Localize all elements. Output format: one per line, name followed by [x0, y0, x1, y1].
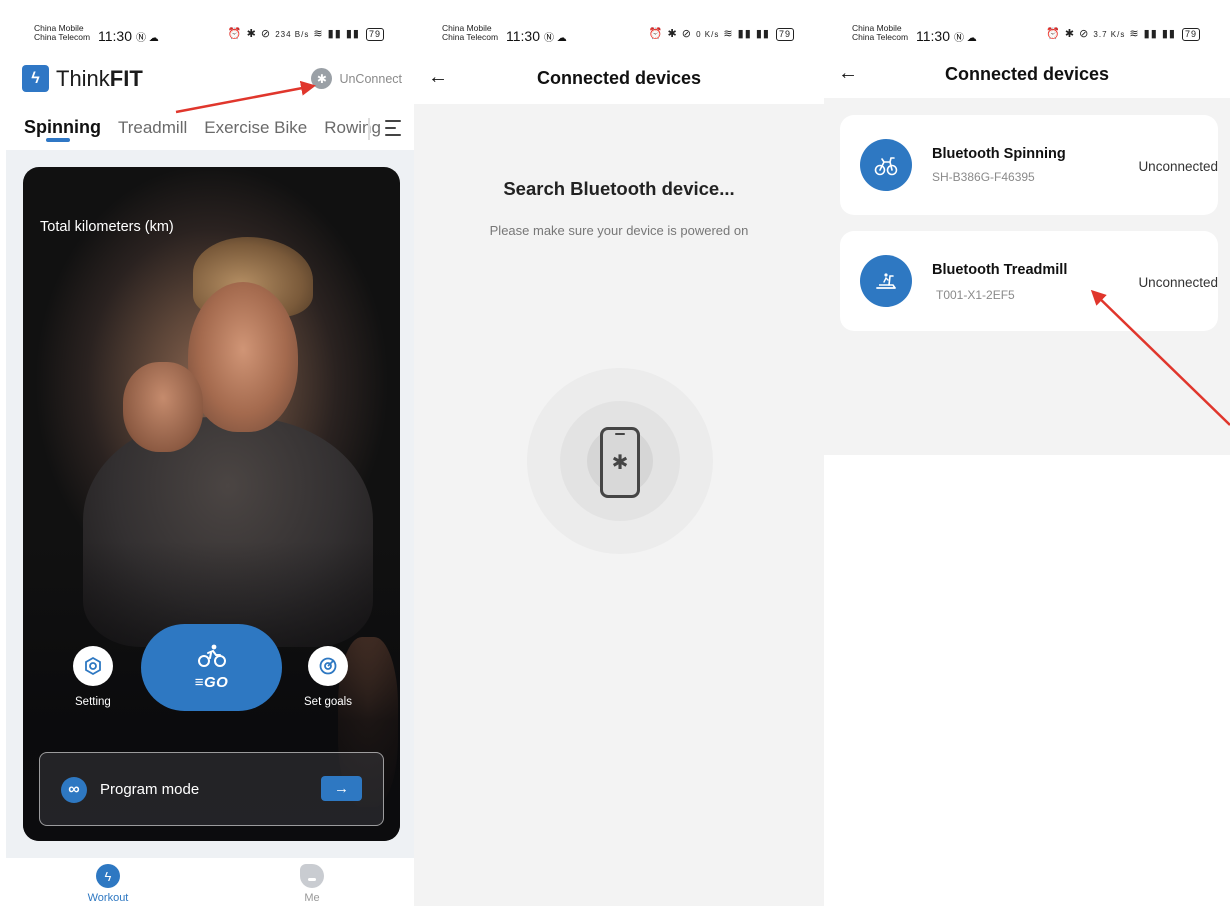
menu-icon[interactable] [385, 120, 401, 141]
tab-treadmill[interactable]: Treadmill [118, 118, 187, 138]
category-tabs: Spinning Treadmill Exercise Bike Rowing [24, 117, 406, 147]
search-screen: China Mobile China Telecom 11:30 Ⓝ ☁ ⏰ ✱ … [414, 0, 824, 906]
target-icon [319, 657, 337, 675]
phone-bluetooth-icon: ✱ [600, 427, 640, 498]
device-status: Unconnected [1138, 275, 1218, 290]
cyclist-icon [197, 644, 226, 667]
page-title: Connected devices [944, 64, 1110, 84]
status-bar: China Mobile China Telecom 11:30 Ⓝ ☁ ⏰ ✱ … [824, 0, 1230, 50]
set-goals-label: Set goals [304, 696, 352, 708]
bike-icon [860, 139, 912, 191]
battery-icon: 79 [775, 28, 794, 41]
hero-photo-body [83, 417, 373, 647]
status-bar: China Mobile China Telecom 11:30 Ⓝ ☁ ⏰ ✱ … [6, 0, 414, 50]
go-label: ≡GO [194, 674, 229, 691]
carrier-2: China Telecom [442, 32, 499, 42]
program-mode-arrow-button[interactable]: → [321, 776, 362, 801]
clock: 11:30 Ⓝ ☁ [506, 28, 567, 44]
clock: 11:30 Ⓝ ☁ [916, 28, 977, 44]
setting-icon [85, 656, 101, 676]
status-icons: ⏰ ✱ ⊘ 3.7 K/s ≋ ▮▮ ▮▮ 79 [1046, 27, 1200, 41]
unconnect-button[interactable]: ✱ UnConnect [311, 68, 402, 89]
nav-workout-label: Workout [87, 892, 129, 904]
setting-button[interactable] [73, 646, 113, 686]
nfc-icon: Ⓝ ☁ [136, 33, 159, 44]
lower-background [824, 455, 1230, 906]
nav-workout[interactable]: ϟ Workout [78, 864, 138, 904]
program-mode-label: Program mode [100, 781, 200, 798]
bluetooth-icon: ✱ [611, 452, 629, 474]
device-name: Bluetooth Treadmill [932, 262, 1068, 278]
home-screen: China Mobile China Telecom 11:30 Ⓝ ☁ ⏰ ✱ … [6, 0, 414, 906]
time-text: 11:30 [916, 28, 950, 44]
carrier-labels: China Mobile China Telecom [442, 24, 498, 42]
page-title: Connected devices [536, 68, 702, 88]
profile-icon [300, 864, 324, 888]
active-tab-indicator [46, 138, 70, 142]
nav-bar: ← Connected devices [414, 50, 824, 104]
go-button[interactable]: ≡GO [141, 624, 282, 711]
nav-bar: ← Connected devices [824, 50, 1230, 98]
go-text: GO [203, 674, 229, 691]
hero-photo-fist [123, 362, 203, 452]
net-speed: 0 K/s [696, 30, 720, 39]
device-id: T001-X1-2EF5 [936, 288, 1015, 302]
brand-light: Think [56, 65, 110, 91]
lightning-icon: ϟ [96, 864, 120, 888]
status-icons: ⏰ ✱ ⊘ 234 B/s ≋ ▮▮ ▮▮ 79 [228, 27, 384, 41]
program-mode-card[interactable]: ∞ Program mode → [39, 752, 384, 826]
battery-icon: 79 [1181, 28, 1200, 41]
bottom-nav: ϟ Workout Me [6, 858, 414, 906]
net-speed: 3.7 K/s [1093, 30, 1126, 39]
setting-label: Setting [75, 696, 111, 708]
battery-icon: 79 [365, 28, 384, 41]
logo-bolt-icon: ϟ [22, 65, 49, 92]
net-speed: 234 B/s [275, 30, 310, 39]
nfc-icon: Ⓝ ☁ [954, 33, 977, 44]
tab-spinning[interactable]: Spinning [24, 117, 101, 138]
time-text: 11:30 [98, 28, 132, 44]
app-logo: ϟ ThinkFIT [22, 65, 143, 92]
device-name: Bluetooth Spinning [932, 146, 1066, 162]
screenshot-collage: China Mobile China Telecom 11:30 Ⓝ ☁ ⏰ ✱ … [0, 0, 1230, 906]
total-kilometers-label: Total kilometers (km) [40, 219, 174, 235]
tab-rowing[interactable]: Rowing [324, 118, 381, 138]
hero-photo-head [188, 282, 298, 432]
nav-me-label: Me [304, 892, 320, 904]
time-text: 11:30 [506, 28, 540, 44]
brand-name: ThinkFIT [56, 66, 143, 92]
set-goals-button[interactable] [308, 646, 348, 686]
treadmill-icon [860, 255, 912, 307]
status-icons: ⏰ ✱ ⊘ 0 K/s ≋ ▮▮ ▮▮ 79 [649, 27, 794, 41]
device-card-spinning[interactable]: Bluetooth Spinning SH-B386G-F46395 Uncon… [840, 115, 1218, 215]
nfc-icon: Ⓝ ☁ [544, 33, 567, 44]
carrier-labels: China Mobile China Telecom [852, 24, 908, 42]
status-bar: China Mobile China Telecom 11:30 Ⓝ ☁ ⏰ ✱ … [414, 0, 824, 50]
hero-card: Total kilometers (km) Setting ≡GO Set go… [23, 167, 400, 841]
bluetooth-icon: ✱ [311, 68, 333, 89]
tab-divider [368, 118, 370, 140]
infinity-icon: ∞ [61, 777, 87, 803]
clock: 11:30 Ⓝ ☁ [98, 28, 159, 44]
tab-exercise-bike[interactable]: Exercise Bike [204, 118, 307, 138]
device-status: Unconnected [1138, 159, 1218, 174]
search-heading: Search Bluetooth device... [503, 178, 735, 199]
brand-bold: FIT [109, 65, 143, 91]
carrier-labels: China Mobile China Telecom [34, 24, 90, 42]
device-card-treadmill[interactable]: Bluetooth Treadmill T001-X1-2EF5 Unconne… [840, 231, 1218, 331]
carrier-2: China Telecom [852, 32, 909, 42]
devices-screen: China Mobile China Telecom 11:30 Ⓝ ☁ ⏰ ✱ … [824, 0, 1230, 906]
unconnect-label: UnConnect [339, 71, 402, 86]
carrier-2: China Telecom [34, 32, 91, 42]
device-id: SH-B386G-F46395 [932, 170, 1035, 184]
nav-me[interactable]: Me [282, 864, 342, 904]
search-subtext: Please make sure your device is powered … [489, 223, 749, 238]
